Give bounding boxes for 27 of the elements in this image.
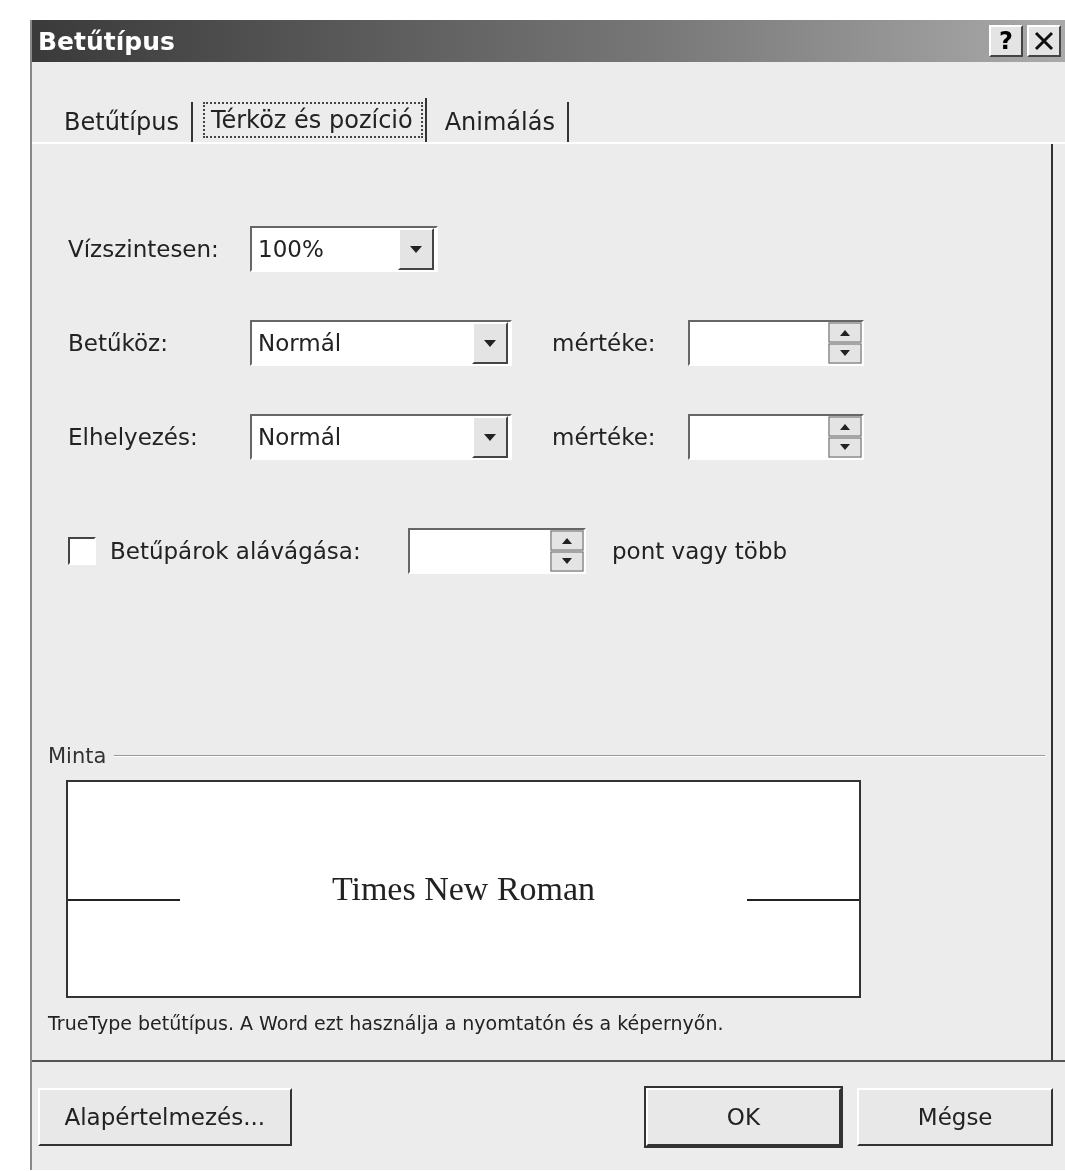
field-label: Vízszintesen: [68,236,220,262]
dialog-button[interactable]: Mégse [857,1088,1053,1146]
spin-field[interactable] [688,320,864,366]
sample-text: Times New Roman [331,870,596,908]
spin-arrows-icon[interactable] [828,416,862,458]
dialog-button[interactable]: Alapértelmezés... [38,1088,292,1146]
help-button[interactable]: ? [989,25,1023,57]
dialog-button[interactable]: OK [645,1088,842,1146]
close-button[interactable] [1027,25,1061,57]
field-label: Betűköz: [68,330,169,356]
field-label: Elhelyezés: [68,424,199,450]
window-title: Betűtípus [38,26,176,56]
unit-label: pont vagy több [612,538,789,564]
font-description: TrueType betűtípus. A Word ezt használja a nyomtatón és a képernyőn. [48,1012,725,1034]
checkbox-label: Betűpárok alávágása: [110,538,362,564]
close-icon [1033,30,1055,52]
checkbox[interactable] [68,537,96,565]
field-label: mértéke: [552,424,657,450]
group-label: Minta [48,744,107,768]
spin-arrows-icon[interactable] [828,322,862,364]
dropdown-field[interactable]: Normál [250,414,512,460]
spin-arrows-icon[interactable] [550,530,584,572]
field-label: mértéke: [552,330,657,356]
spin-field[interactable] [408,528,586,574]
spin-field[interactable] [688,414,864,460]
dropdown-field[interactable]: Normál [250,320,512,366]
dropdown-field[interactable]: 100% [250,226,438,272]
